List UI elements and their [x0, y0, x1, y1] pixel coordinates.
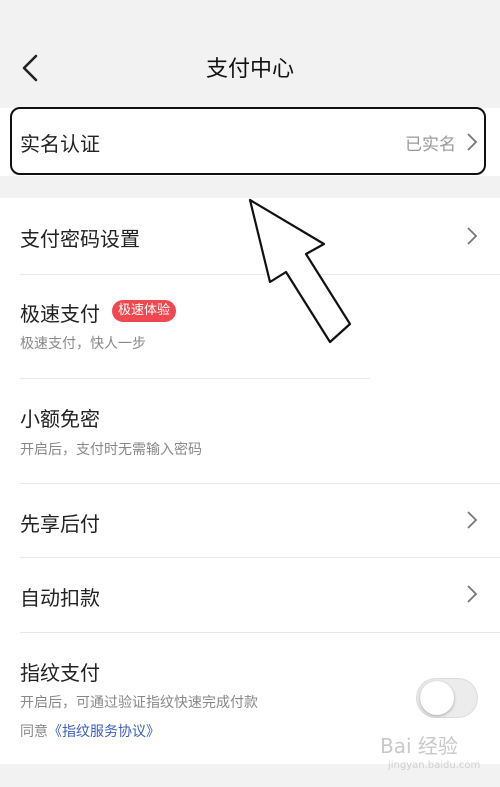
nav-bar: 支付中心 — [0, 30, 500, 104]
fingerprint-toggle[interactable] — [416, 678, 478, 718]
fast-pay-badge: 极速体验 — [112, 300, 177, 322]
auto-deduct-row[interactable]: 自动扣款 — [0, 558, 500, 632]
fingerprint-subtitle: 开启后，可通过验证指纹快速完成付款 — [20, 695, 258, 711]
fast-pay-label: 极速支付 — [20, 302, 100, 326]
chevron-right-icon — [467, 227, 478, 245]
toggle-knob — [420, 681, 454, 715]
watermark-logo: Bai 经验 — [380, 734, 458, 758]
pay-later-row[interactable]: 先享后付 — [0, 484, 500, 557]
pointer-arrow-icon — [248, 198, 352, 344]
back-arrow-icon — [22, 54, 38, 82]
highlight-box — [10, 107, 486, 175]
fingerprint-agreement: 同意《指纹服务协议》 — [20, 721, 160, 741]
status-bar-area — [0, 0, 500, 30]
pay-later-label: 先享后付 — [20, 512, 100, 536]
chevron-right-icon — [467, 585, 478, 603]
pay-password-label: 支付密码设置 — [20, 227, 140, 251]
agreement-prefix: 同意 — [20, 724, 48, 740]
page-title: 支付中心 — [205, 57, 294, 82]
fast-pay-subtitle: 极速支付，快人一步 — [20, 336, 146, 352]
auto-deduct-label: 自动扣款 — [20, 586, 100, 610]
chevron-right-icon — [467, 511, 478, 529]
watermark-url: jingyan.baidu.com — [388, 760, 481, 771]
fingerprint-agreement-link[interactable]: 《指纹服务协议》 — [48, 724, 160, 740]
small-free-subtitle: 开启后，支付时无需输入密码 — [20, 442, 202, 458]
back-button[interactable] — [12, 48, 48, 88]
fingerprint-label: 指纹支付 — [20, 661, 100, 685]
small-free-label: 小额免密 — [20, 407, 100, 431]
small-free-row[interactable]: 小额免密 开启后，支付时无需输入密码 — [0, 379, 500, 483]
